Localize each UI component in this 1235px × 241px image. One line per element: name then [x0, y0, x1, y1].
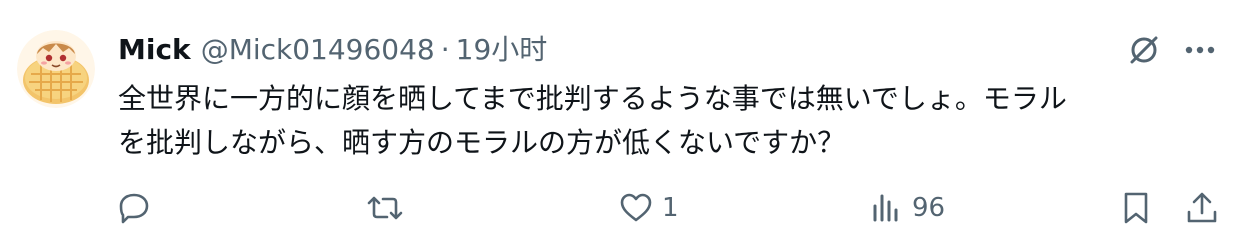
like-icon — [618, 190, 654, 226]
post-text-line-2: を批判しながら、晒す方のモラルの方が低くないですか？ — [118, 126, 846, 159]
bookmark-button[interactable] — [1118, 186, 1154, 230]
header-separator: · — [440, 33, 450, 66]
like-count: 1 — [662, 193, 679, 223]
bookmark-icon — [1118, 190, 1154, 226]
like-button[interactable]: 1 — [618, 186, 679, 230]
post-text: 全世界に一方的に顔を晒してまで批判するような事では無いでしょ。モラル を批判しな… — [118, 77, 1218, 165]
reply-button[interactable] — [116, 186, 160, 230]
action-bar: 1 96 — [0, 186, 1235, 230]
timestamp[interactable]: 19小时 — [456, 30, 548, 70]
post-header: Mick @Mick01496048 · 19小时 — [118, 30, 547, 70]
post-text-line-1: 全世界に一方的に顔を晒してまで批判するような事では無いでしょ。モラル — [118, 82, 1067, 115]
views-icon — [868, 190, 904, 226]
author-handle[interactable]: @Mick01496048 — [201, 30, 435, 70]
share-icon — [1184, 190, 1220, 226]
melon-pan-avatar-icon — [17, 30, 95, 108]
views-count: 96 — [912, 193, 946, 223]
views-button[interactable]: 96 — [868, 186, 945, 230]
more-icon[interactable] — [1180, 30, 1220, 70]
repost-button[interactable] — [365, 186, 413, 230]
avatar[interactable] — [17, 30, 95, 108]
tweet[interactable]: Mick @Mick01496048 · 19小时 全世界に一方的に顔を晒してま… — [0, 0, 1235, 241]
share-button[interactable] — [1184, 186, 1220, 230]
reply-icon — [116, 190, 152, 226]
author-name[interactable]: Mick — [118, 30, 191, 70]
grok-icon[interactable] — [1124, 30, 1164, 70]
repost-icon — [365, 190, 405, 226]
